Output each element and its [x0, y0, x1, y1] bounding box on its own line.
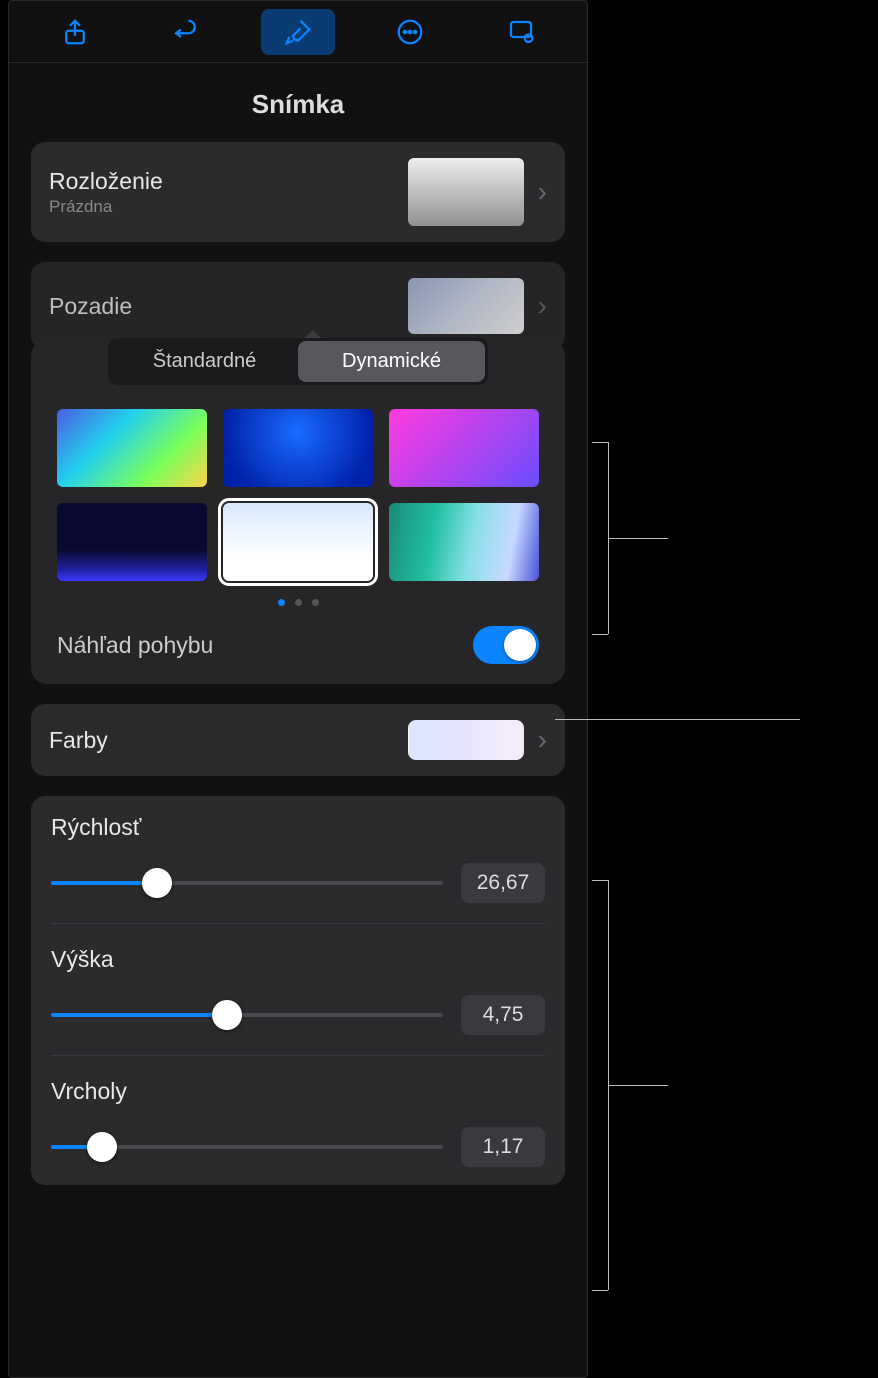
background-thumbnail: [408, 278, 524, 334]
paintbrush-icon: [283, 17, 313, 47]
sliders-card: Rýchlosť 26,67 Výška 4,75: [31, 796, 565, 1185]
peaks-slider[interactable]: [51, 1145, 443, 1149]
callout-tick: [592, 880, 608, 881]
motion-preview-row: Náhľad pohybu: [31, 616, 565, 670]
chevron-right-icon: ›: [538, 724, 547, 756]
callout-tick: [592, 1290, 608, 1291]
layout-label: Rozloženie: [49, 168, 408, 195]
switch-knob: [504, 629, 536, 661]
dynamic-bg-option-2[interactable]: [223, 409, 373, 487]
ellipsis-circle-icon: [395, 17, 425, 47]
motion-preview-label: Náhľad pohybu: [57, 632, 473, 659]
panel-content: Rozloženie Prázdna › Pozadie › Štandardn…: [9, 142, 587, 1185]
colors-label: Farby: [49, 727, 408, 754]
slider-knob: [212, 1000, 242, 1030]
peaks-label: Vrcholy: [51, 1078, 545, 1105]
undo-icon: [171, 17, 201, 47]
layout-sublabel: Prázdna: [49, 197, 408, 217]
slider-knob: [87, 1132, 117, 1162]
chevron-right-icon: ›: [538, 290, 547, 322]
segmented-standard[interactable]: Štandardné: [111, 341, 298, 382]
panel-title: Snímka: [9, 63, 587, 142]
speed-label: Rýchlosť: [51, 814, 545, 841]
callout-line-3: [608, 1085, 668, 1086]
share-icon: [60, 17, 90, 47]
speed-group: Rýchlosť 26,67: [31, 796, 565, 928]
height-slider[interactable]: [51, 1013, 443, 1017]
dynamic-bg-option-1[interactable]: [57, 409, 207, 487]
height-value[interactable]: 4,75: [461, 995, 545, 1035]
background-label: Pozadie: [49, 293, 408, 320]
chevron-right-icon: ›: [538, 176, 547, 208]
background-row[interactable]: Pozadie ›: [31, 262, 565, 350]
format-panel: Snímka Rozloženie Prázdna › Pozadie ›: [8, 0, 588, 1378]
slider-knob: [142, 868, 172, 898]
dynamic-bg-option-6[interactable]: [389, 503, 539, 581]
format-button[interactable]: [261, 9, 335, 55]
page-dot-1: [278, 599, 285, 606]
layout-row[interactable]: Rozloženie Prázdna ›: [31, 142, 565, 242]
callout-line-2: [555, 719, 800, 720]
callout-line-1: [608, 538, 668, 539]
dynamic-bg-option-3[interactable]: [389, 409, 539, 487]
colors-row[interactable]: Farby ›: [31, 704, 565, 776]
height-group: Výška 4,75: [31, 928, 565, 1060]
speed-value[interactable]: 26,67: [461, 863, 545, 903]
background-popover: Štandardné Dynamické Náhľad pohybu: [31, 340, 565, 684]
callout-tick: [592, 634, 608, 635]
layout-thumbnail: [408, 158, 524, 226]
background-grid: [31, 387, 565, 591]
motion-preview-toggle[interactable]: [473, 626, 539, 664]
height-label: Výška: [51, 946, 545, 973]
colors-swatch: [408, 720, 524, 760]
segmented-dynamic[interactable]: Dynamické: [298, 341, 485, 382]
page-indicator[interactable]: [31, 591, 565, 616]
peaks-value[interactable]: 1,17: [461, 1127, 545, 1167]
toolbar: [9, 1, 587, 63]
dynamic-bg-option-4[interactable]: [57, 503, 207, 581]
undo-button[interactable]: [149, 9, 223, 55]
presenter-icon: [506, 17, 536, 47]
share-button[interactable]: [38, 9, 112, 55]
more-button[interactable]: [373, 9, 447, 55]
slider-fill: [51, 1013, 227, 1017]
callout-tick: [592, 442, 608, 443]
peaks-group: Vrcholy 1,17: [31, 1060, 565, 1185]
page-dot-2: [295, 599, 302, 606]
present-button[interactable]: [484, 9, 558, 55]
dynamic-bg-option-5[interactable]: [223, 503, 373, 581]
speed-slider[interactable]: [51, 881, 443, 885]
page-dot-3: [312, 599, 319, 606]
background-type-segmented[interactable]: Štandardné Dynamické: [108, 338, 488, 385]
